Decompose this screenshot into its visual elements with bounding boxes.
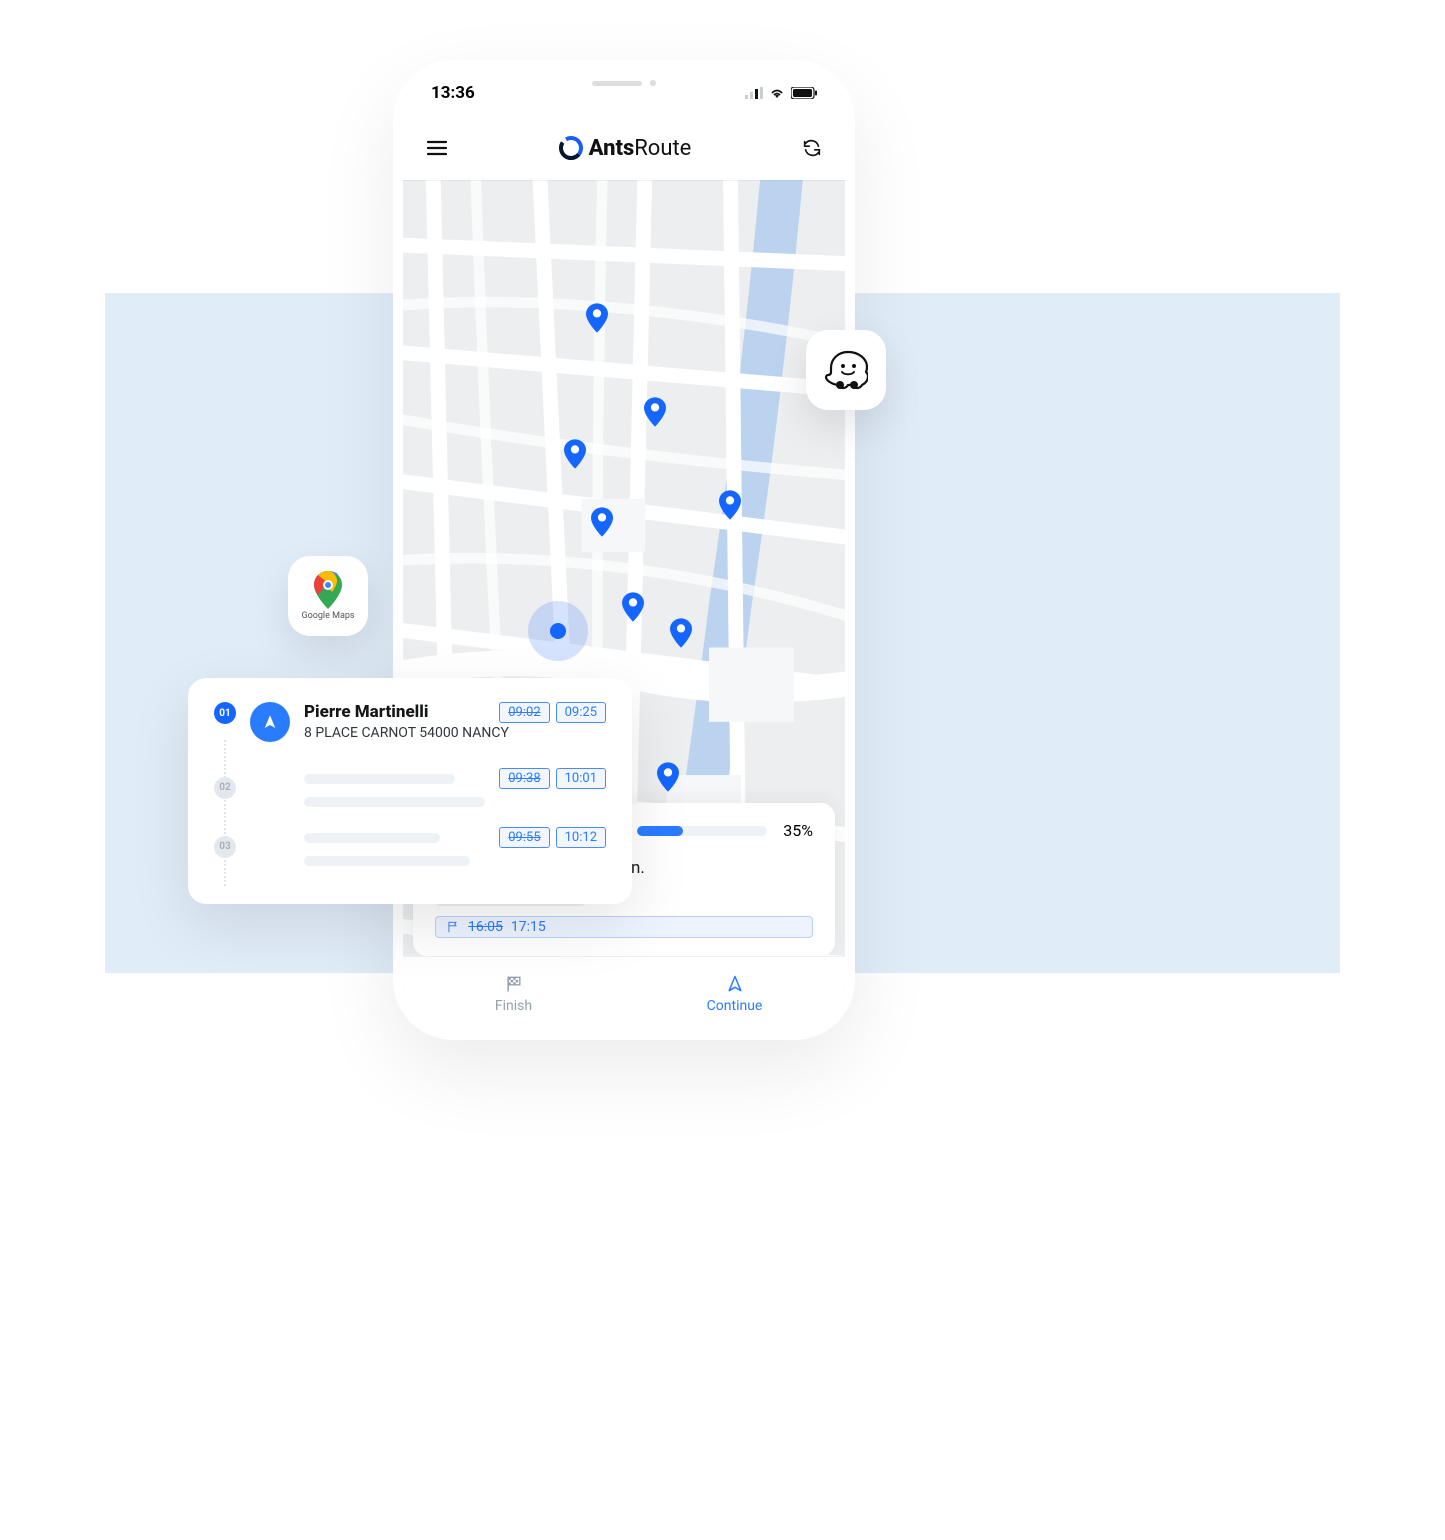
eta-old: 09:55 [499,827,549,848]
stops-card: 01 Pierre Martinelli 09:02 09:25 8 PLACE… [188,678,632,904]
finish-tab[interactable]: Finish [403,957,624,1030]
eta-new: 10:12 [556,827,606,848]
step-badge: 03 [214,836,236,858]
google-maps-label: Google Maps [301,611,354,621]
map-pin[interactable] [719,490,741,520]
map-pin[interactable] [586,303,608,333]
arrow-icon [261,713,279,731]
step-badge: 01 [214,702,236,724]
eta-new: 10:01 [556,768,606,789]
stop-address: 8 PLACE CARNOT 54000 NANCY [304,725,606,741]
logo-mark-icon [559,136,583,160]
map-pin[interactable] [644,397,666,427]
waze-icon [824,350,868,390]
app-header: AntsRoute [403,116,845,180]
waze-card[interactable] [806,330,886,410]
progress-percent: 35% [783,821,813,840]
map-pin[interactable] [591,507,613,537]
phone-notch [544,70,704,96]
wifi-icon [769,87,785,99]
stop-row[interactable]: 03 09:55 10:12 [214,827,606,866]
google-maps-icon [313,571,343,609]
continue-tab[interactable]: Continue [624,957,845,1030]
stop-name: Pierre Martinelli [304,702,428,723]
flag-icon [446,920,460,934]
flag-checkered-icon [503,974,525,994]
google-maps-card[interactable]: Google Maps [288,556,368,636]
navigate-icon [725,974,745,994]
my-location-dot [550,623,566,639]
stop-row[interactable]: 02 09:38 10:01 [214,768,606,807]
eta-old: 09:38 [499,768,549,789]
refresh-icon[interactable] [801,137,823,159]
status-time: 13:36 [431,83,475,103]
app-logo: AntsRoute [559,136,692,161]
signal-icon [745,87,763,99]
step-badge: 02 [214,777,236,799]
menu-icon[interactable] [425,136,449,160]
battery-icon [791,87,817,99]
map-pin[interactable] [670,618,692,648]
eta-new: 09:25 [556,702,606,723]
stop-row-active[interactable]: 01 Pierre Martinelli 09:02 09:25 8 PLACE… [214,702,606,742]
map-pin[interactable] [564,439,586,469]
eta-old: 09:02 [499,702,549,723]
map-pin[interactable] [657,762,679,792]
navigate-button[interactable] [250,702,290,742]
bottom-tabbar: Finish Continue [403,956,845,1030]
map-pin[interactable] [622,592,644,622]
progress-bar [637,826,767,836]
arrival-time-chip: 16:05 17:15 [435,916,813,938]
